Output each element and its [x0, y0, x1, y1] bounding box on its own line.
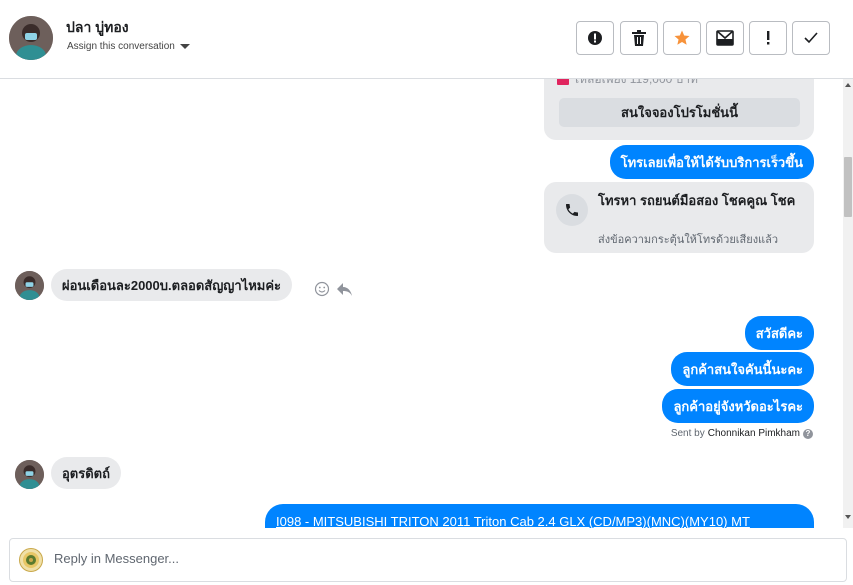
smiley-icon[interactable]: [314, 281, 330, 297]
conversation-header: ปลา บู่ทอง Assign this conversation: [0, 0, 853, 79]
contact-avatar[interactable]: [9, 16, 53, 60]
customer-avatar[interactable]: [15, 271, 44, 300]
sent-by-prefix: Sent by: [670, 428, 705, 439]
help-icon[interactable]: ?: [803, 428, 813, 439]
archive-button[interactable]: [706, 21, 744, 55]
sent-by-name: Chonnikan Pimkham: [707, 428, 800, 439]
call-card-title: โทรหา รถยนต์มือสอง โชคคูณ โชค: [598, 193, 796, 208]
call-card-subtitle: ส่งข้อความกระตุ้นให้โทรด้วยเสียงแล้ว: [598, 234, 779, 246]
follow-up-button[interactable]: [749, 21, 787, 55]
reply-arrow-icon[interactable]: [335, 281, 353, 297]
promo-reserve-button[interactable]: สนใจจองโปรโมชั่นนี้: [559, 98, 800, 127]
phone-icon: [566, 204, 578, 216]
star-button[interactable]: [663, 21, 701, 55]
reply-input[interactable]: [54, 551, 654, 566]
scrollbar-thumb[interactable]: [844, 157, 852, 217]
assign-label: Assign this conversation: [67, 41, 175, 52]
message-thread: เหลือเพียง 119,000 บาท สนใจจองโปรโมชั่นน…: [0, 79, 843, 528]
delete-button[interactable]: [620, 21, 658, 55]
gift-icon: [557, 79, 569, 85]
star-icon: [674, 30, 690, 45]
call-prompt-card[interactable]: โทรหา รถยนต์มือสอง โชคคูณ โชค ส่งข้อความ…: [544, 182, 814, 253]
incoming-message: ผ่อนเดือนละ2000บ.ตลอดสัญญาไหมค่ะ: [51, 269, 293, 301]
sent-by-label: Sent by Chonnikan Pimkham ?: [671, 428, 813, 439]
outgoing-message: โทรเลยเพื่อให้ได้รับบริการเร็วขึ้น: [609, 145, 814, 179]
archive-icon: [716, 30, 734, 46]
customer-avatar[interactable]: [15, 460, 44, 489]
promo-price: เหลือเพียง 119,000 บาท: [575, 79, 698, 86]
trash-icon: [632, 30, 646, 46]
promotion-card: เหลือเพียง 119,000 บาท สนใจจองโปรโมชั่นน…: [544, 79, 814, 140]
mark-done-button[interactable]: [792, 21, 830, 55]
messenger-conversation: ปลา บู่ทอง Assign this conversation เหลื…: [0, 0, 853, 585]
exclamation-icon: [767, 31, 770, 45]
outgoing-message: สวัสดีคะ: [744, 316, 814, 350]
reply-composer: [9, 538, 847, 582]
phone-icon-wrap: [556, 194, 588, 226]
listing-link[interactable]: I098 - MITSUBISHI TRITON 2011 Triton Cab…: [276, 514, 750, 528]
promo-price-row: เหลือเพียง 119,000 บาท: [557, 79, 698, 89]
chat-scrollbar[interactable]: [843, 79, 853, 528]
outgoing-message: ลูกค้าสนใจคันนี้นะคะ: [671, 352, 814, 386]
scroll-up-icon[interactable]: [845, 83, 851, 87]
mark-spam-button[interactable]: [576, 21, 614, 55]
assign-conversation-dropdown[interactable]: Assign this conversation: [67, 41, 190, 52]
outgoing-message: ลูกค้าอยู่จังหวัดอะไรคะ: [662, 389, 814, 423]
check-icon: [804, 32, 818, 44]
incoming-message: อุตรดิตถ์: [51, 457, 121, 489]
listing-message[interactable]: I098 - MITSUBISHI TRITON 2011 Triton Cab…: [265, 504, 814, 528]
page-avatar: [19, 548, 43, 572]
contact-name[interactable]: ปลา บู่ทอง: [66, 17, 129, 39]
alert-circle-icon: [588, 31, 602, 45]
scroll-down-icon[interactable]: [845, 515, 851, 519]
caret-down-icon: [179, 44, 190, 49]
